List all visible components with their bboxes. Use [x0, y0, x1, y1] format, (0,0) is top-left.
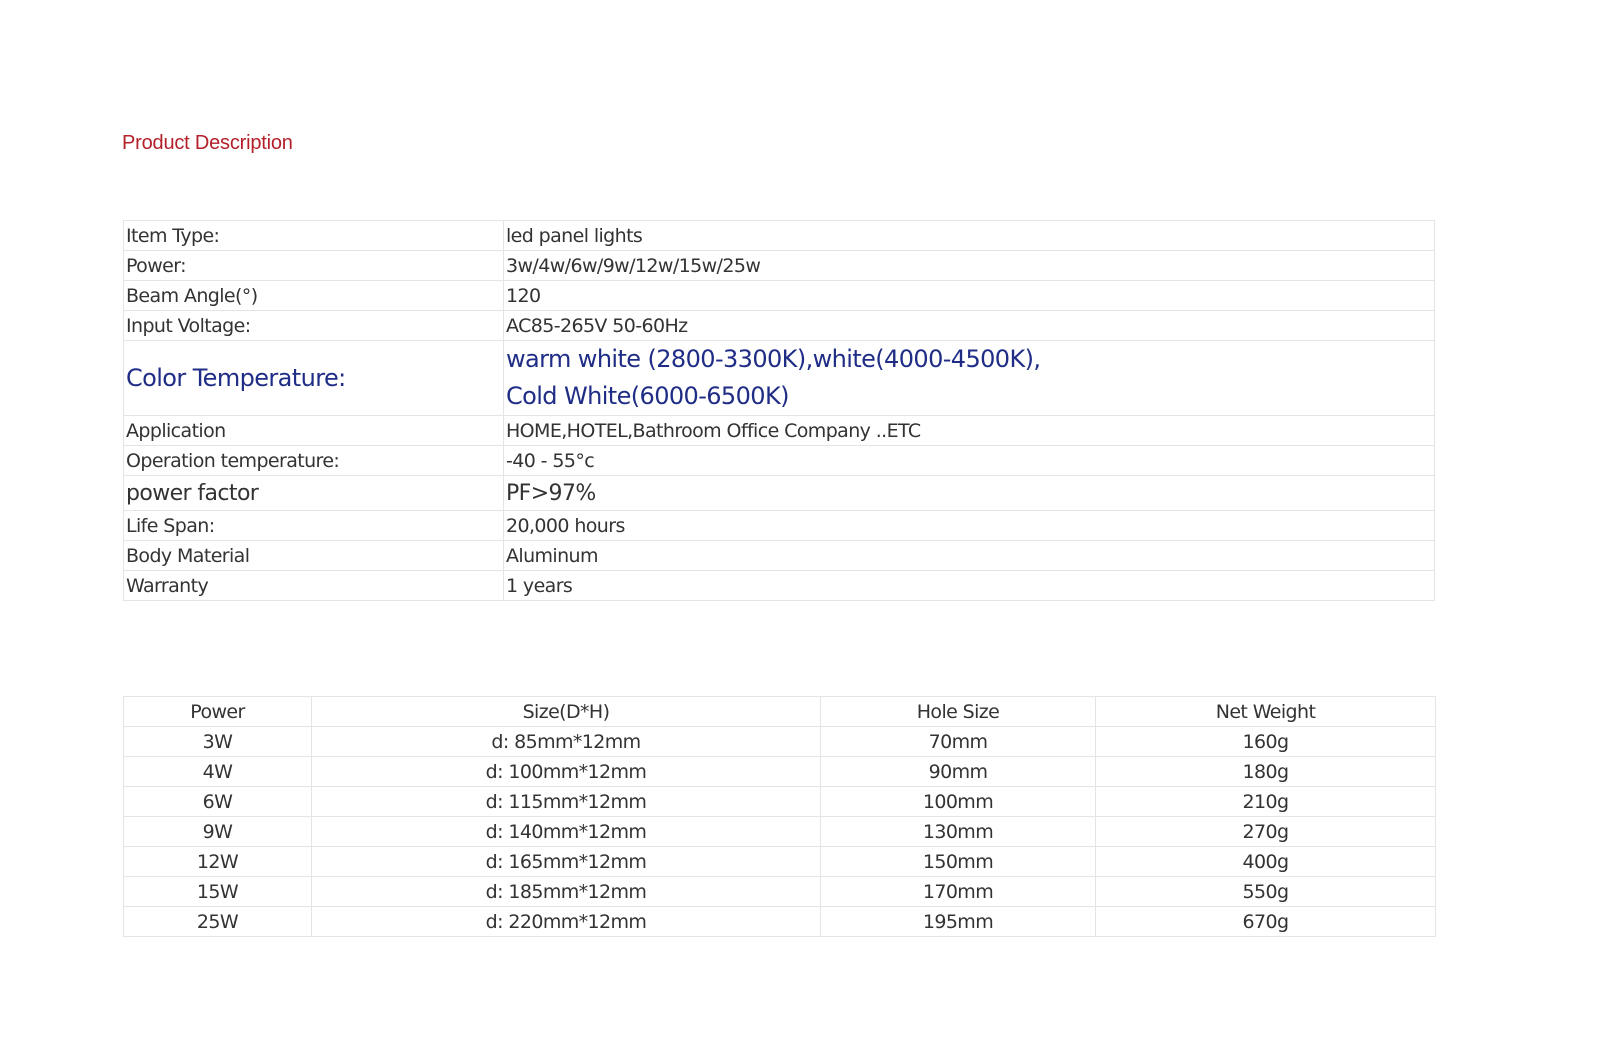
column-header-size: Size(D*H): [311, 696, 821, 727]
spec-value: 20,000 hours: [503, 510, 1435, 541]
cell-hole-size: 170mm: [820, 876, 1096, 907]
cell-power: 6W: [123, 786, 312, 817]
cell-power: 12W: [123, 846, 312, 877]
cell-size: d: 115mm*12mm: [311, 786, 821, 817]
spec-row-item-type: Item Type: led panel lights: [123, 220, 1435, 251]
cell-power: 15W: [123, 876, 312, 907]
spec-value: AC85-265V 50-60Hz: [503, 310, 1435, 341]
table-row: 6W d: 115mm*12mm 100mm 210g: [123, 786, 1436, 817]
size-table: Power Size(D*H) Hole Size Net Weight 3W …: [123, 696, 1436, 937]
cell-size: d: 100mm*12mm: [311, 756, 821, 787]
spec-label: Item Type:: [123, 220, 504, 251]
column-header-hole-size: Hole Size: [820, 696, 1096, 727]
spec-value: 3w/4w/6w/9w/12w/15w/25w: [503, 250, 1435, 281]
spec-value: PF>97%: [503, 475, 1435, 511]
spec-row-power: Power: 3w/4w/6w/9w/12w/15w/25w: [123, 250, 1435, 281]
cell-size: d: 185mm*12mm: [311, 876, 821, 907]
cell-power: 25W: [123, 906, 312, 937]
spec-row-input-voltage: Input Voltage: AC85-265V 50-60Hz: [123, 310, 1435, 341]
cell-net-weight: 550g: [1095, 876, 1436, 907]
spec-label: Input Voltage:: [123, 310, 504, 341]
spec-value: -40 - 55°c: [503, 445, 1435, 476]
cell-net-weight: 670g: [1095, 906, 1436, 937]
table-row: 9W d: 140mm*12mm 130mm 270g: [123, 816, 1436, 847]
spec-row-beam-angle: Beam Angle(°) 120: [123, 280, 1435, 311]
spec-value: 120: [503, 280, 1435, 311]
cell-power: 4W: [123, 756, 312, 787]
cell-net-weight: 180g: [1095, 756, 1436, 787]
spec-row-warranty: Warranty 1 years: [123, 570, 1435, 601]
cell-hole-size: 130mm: [820, 816, 1096, 847]
spec-label: Body Material: [123, 540, 504, 571]
cell-size: d: 85mm*12mm: [311, 726, 821, 757]
table-row: 15W d: 185mm*12mm 170mm 550g: [123, 876, 1436, 907]
spec-value-line: warm white (2800-3300K),white(4000-4500K…: [506, 345, 1041, 373]
spec-table: Item Type: led panel lights Power: 3w/4w…: [123, 220, 1435, 601]
spec-row-life-span: Life Span: 20,000 hours: [123, 510, 1435, 541]
spec-row-operation-temperature: Operation temperature: -40 - 55°c: [123, 445, 1435, 476]
cell-net-weight: 210g: [1095, 786, 1436, 817]
cell-power: 9W: [123, 816, 312, 847]
spec-row-application: Application HOME,HOTEL,Bathroom Office C…: [123, 415, 1435, 446]
spec-label: power factor: [123, 475, 504, 511]
spec-label: Color Temperature:: [123, 340, 504, 416]
page-title: Product Description: [122, 132, 293, 154]
spec-value-line: Cold White(6000-6500K): [506, 382, 789, 410]
cell-hole-size: 195mm: [820, 906, 1096, 937]
table-row: 4W d: 100mm*12mm 90mm 180g: [123, 756, 1436, 787]
spec-value: led panel lights: [503, 220, 1435, 251]
spec-value: Aluminum: [503, 540, 1435, 571]
cell-net-weight: 270g: [1095, 816, 1436, 847]
column-header-net-weight: Net Weight: [1095, 696, 1436, 727]
spec-row-body-material: Body Material Aluminum: [123, 540, 1435, 571]
cell-net-weight: 160g: [1095, 726, 1436, 757]
spec-value: warm white (2800-3300K),white(4000-4500K…: [503, 340, 1435, 416]
spec-row-color-temperature: Color Temperature: warm white (2800-3300…: [123, 340, 1435, 416]
cell-hole-size: 150mm: [820, 846, 1096, 877]
spec-label: Power:: [123, 250, 504, 281]
spec-label: Application: [123, 415, 504, 446]
cell-size: d: 220mm*12mm: [311, 906, 821, 937]
cell-hole-size: 100mm: [820, 786, 1096, 817]
cell-power: 3W: [123, 726, 312, 757]
cell-size: d: 165mm*12mm: [311, 846, 821, 877]
spec-label: Operation temperature:: [123, 445, 504, 476]
cell-hole-size: 70mm: [820, 726, 1096, 757]
column-header-power: Power: [123, 696, 312, 727]
spec-value: 1 years: [503, 570, 1435, 601]
spec-row-power-factor: power factor PF>97%: [123, 475, 1435, 511]
spec-label: Beam Angle(°): [123, 280, 504, 311]
cell-hole-size: 90mm: [820, 756, 1096, 787]
size-table-header-row: Power Size(D*H) Hole Size Net Weight: [123, 696, 1436, 727]
cell-size: d: 140mm*12mm: [311, 816, 821, 847]
spec-label: Warranty: [123, 570, 504, 601]
spec-value: HOME,HOTEL,Bathroom Office Company ..ETC: [503, 415, 1435, 446]
cell-net-weight: 400g: [1095, 846, 1436, 877]
spec-label: Life Span:: [123, 510, 504, 541]
table-row: 12W d: 165mm*12mm 150mm 400g: [123, 846, 1436, 877]
table-row: 25W d: 220mm*12mm 195mm 670g: [123, 906, 1436, 937]
table-row: 3W d: 85mm*12mm 70mm 160g: [123, 726, 1436, 757]
